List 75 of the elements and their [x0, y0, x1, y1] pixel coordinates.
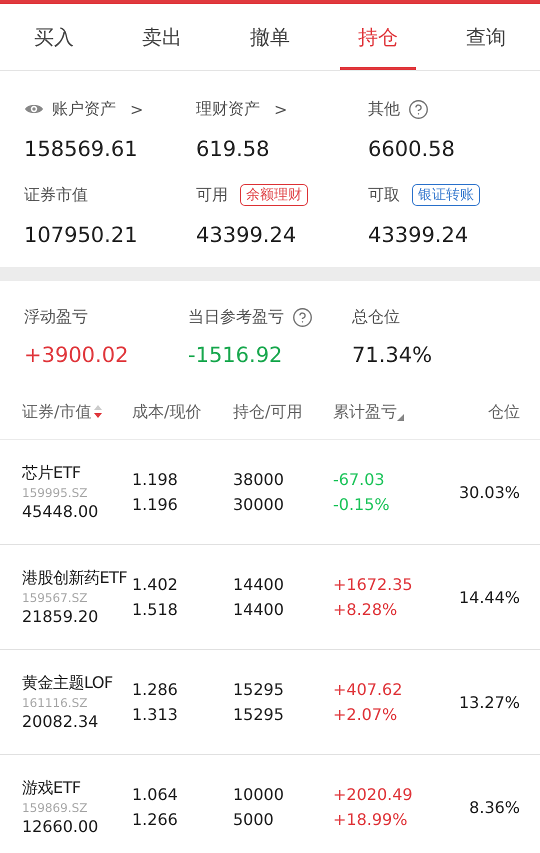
asset-value: 43399.24 [368, 223, 470, 247]
profit-percent: +2.07% [333, 705, 398, 724]
tab[interactable]: 持仓 [324, 4, 432, 70]
asset-value: 6600.58 [368, 137, 456, 161]
held-quantity: 14400 [233, 575, 285, 594]
available-quantity: 15295 [233, 705, 285, 724]
available-quantity: 14400 [233, 600, 285, 619]
held-quantity: 15295 [233, 680, 285, 699]
column-header[interactable]: 持仓/可用 [233, 402, 302, 422]
cost-price: 1.286 [132, 680, 179, 699]
asset-value: 158569.61 [24, 137, 139, 161]
profit-amount: +407.62 [333, 680, 404, 699]
summary-value: 71.34% [352, 343, 434, 367]
security-code: 159567.SZ [22, 591, 88, 605]
summary-value: +3900.02 [24, 343, 130, 367]
security-name: 黄金主题LOF [22, 673, 114, 694]
asset-label: 证券市值 [24, 184, 88, 206]
help-icon[interactable] [292, 306, 313, 328]
security-name: 游戏ETF [22, 778, 82, 799]
summary-label: 当日参考盈亏 [188, 306, 284, 328]
profit-amount: -67.03 [333, 470, 386, 489]
held-quantity: 38000 [233, 470, 285, 489]
cost-price: 1.402 [132, 575, 179, 594]
asset-value: 43399.24 [196, 223, 298, 247]
tab[interactable]: 撤单 [216, 4, 324, 70]
current-price: 1.313 [132, 705, 179, 724]
position-percent: 8.36% [469, 798, 520, 816]
current-price: 1.196 [132, 495, 179, 514]
action-tag[interactable]: 银证转账 [412, 184, 480, 206]
current-price: 1.266 [132, 810, 179, 829]
profit-percent: -0.15% [333, 495, 391, 514]
tab[interactable]: 买入 [0, 4, 108, 70]
eye-icon[interactable] [24, 102, 44, 116]
profit-percent: +8.28% [333, 600, 398, 619]
asset-value: 107950.21 [24, 223, 139, 247]
tab[interactable]: 查询 [432, 4, 540, 70]
position-percent: 13.27% [458, 692, 520, 712]
current-price: 1.518 [132, 600, 179, 619]
security-name: 港股创新药ETF [22, 568, 128, 589]
security-name: 芯片ETF [22, 463, 82, 484]
summary-label: 总仓位 [352, 306, 400, 328]
asset-label: 其他 [368, 98, 400, 120]
column-header[interactable]: 累计盈亏 [333, 402, 404, 422]
profit-percent: +18.99% [333, 810, 408, 829]
summary-value: -1516.92 [188, 343, 284, 367]
summary-label: 浮动盈亏 [24, 306, 88, 328]
market-value: 12660.00 [22, 817, 100, 836]
action-tag[interactable]: 余额理财 [240, 184, 308, 206]
asset-label: 可取 [368, 184, 400, 206]
tab[interactable]: 卖出 [108, 4, 216, 70]
market-value: 21859.20 [22, 607, 100, 626]
chevron-icon[interactable]: > [274, 100, 288, 118]
chevron-icon[interactable]: > [130, 100, 144, 118]
cost-price: 1.064 [132, 785, 179, 804]
help-icon[interactable] [408, 98, 429, 120]
column-header[interactable]: 仓位 [488, 402, 520, 422]
asset-label: 可用 [196, 184, 228, 206]
security-code: 159995.SZ [22, 486, 88, 500]
asset-value: 619.58 [196, 137, 270, 161]
column-header[interactable]: 证券/市值 [22, 402, 104, 422]
asset-label[interactable]: 理财资产 [196, 98, 260, 120]
security-code: 159869.SZ [22, 801, 88, 815]
position-percent: 14.44% [458, 588, 520, 606]
market-value: 45448.00 [22, 502, 100, 521]
security-code: 161116.SZ [22, 696, 88, 710]
asset-label[interactable]: 账户资产 [52, 98, 116, 120]
position-percent: 30.03% [458, 482, 520, 502]
available-quantity: 5000 [233, 810, 275, 829]
profit-amount: +1672.35 [333, 575, 414, 594]
profit-amount: +2020.49 [333, 785, 414, 804]
market-value: 20082.34 [22, 712, 100, 731]
column-header[interactable]: 成本/现价 [132, 402, 202, 422]
available-quantity: 30000 [233, 495, 285, 514]
cost-price: 1.198 [132, 470, 179, 489]
held-quantity: 10000 [233, 785, 285, 804]
